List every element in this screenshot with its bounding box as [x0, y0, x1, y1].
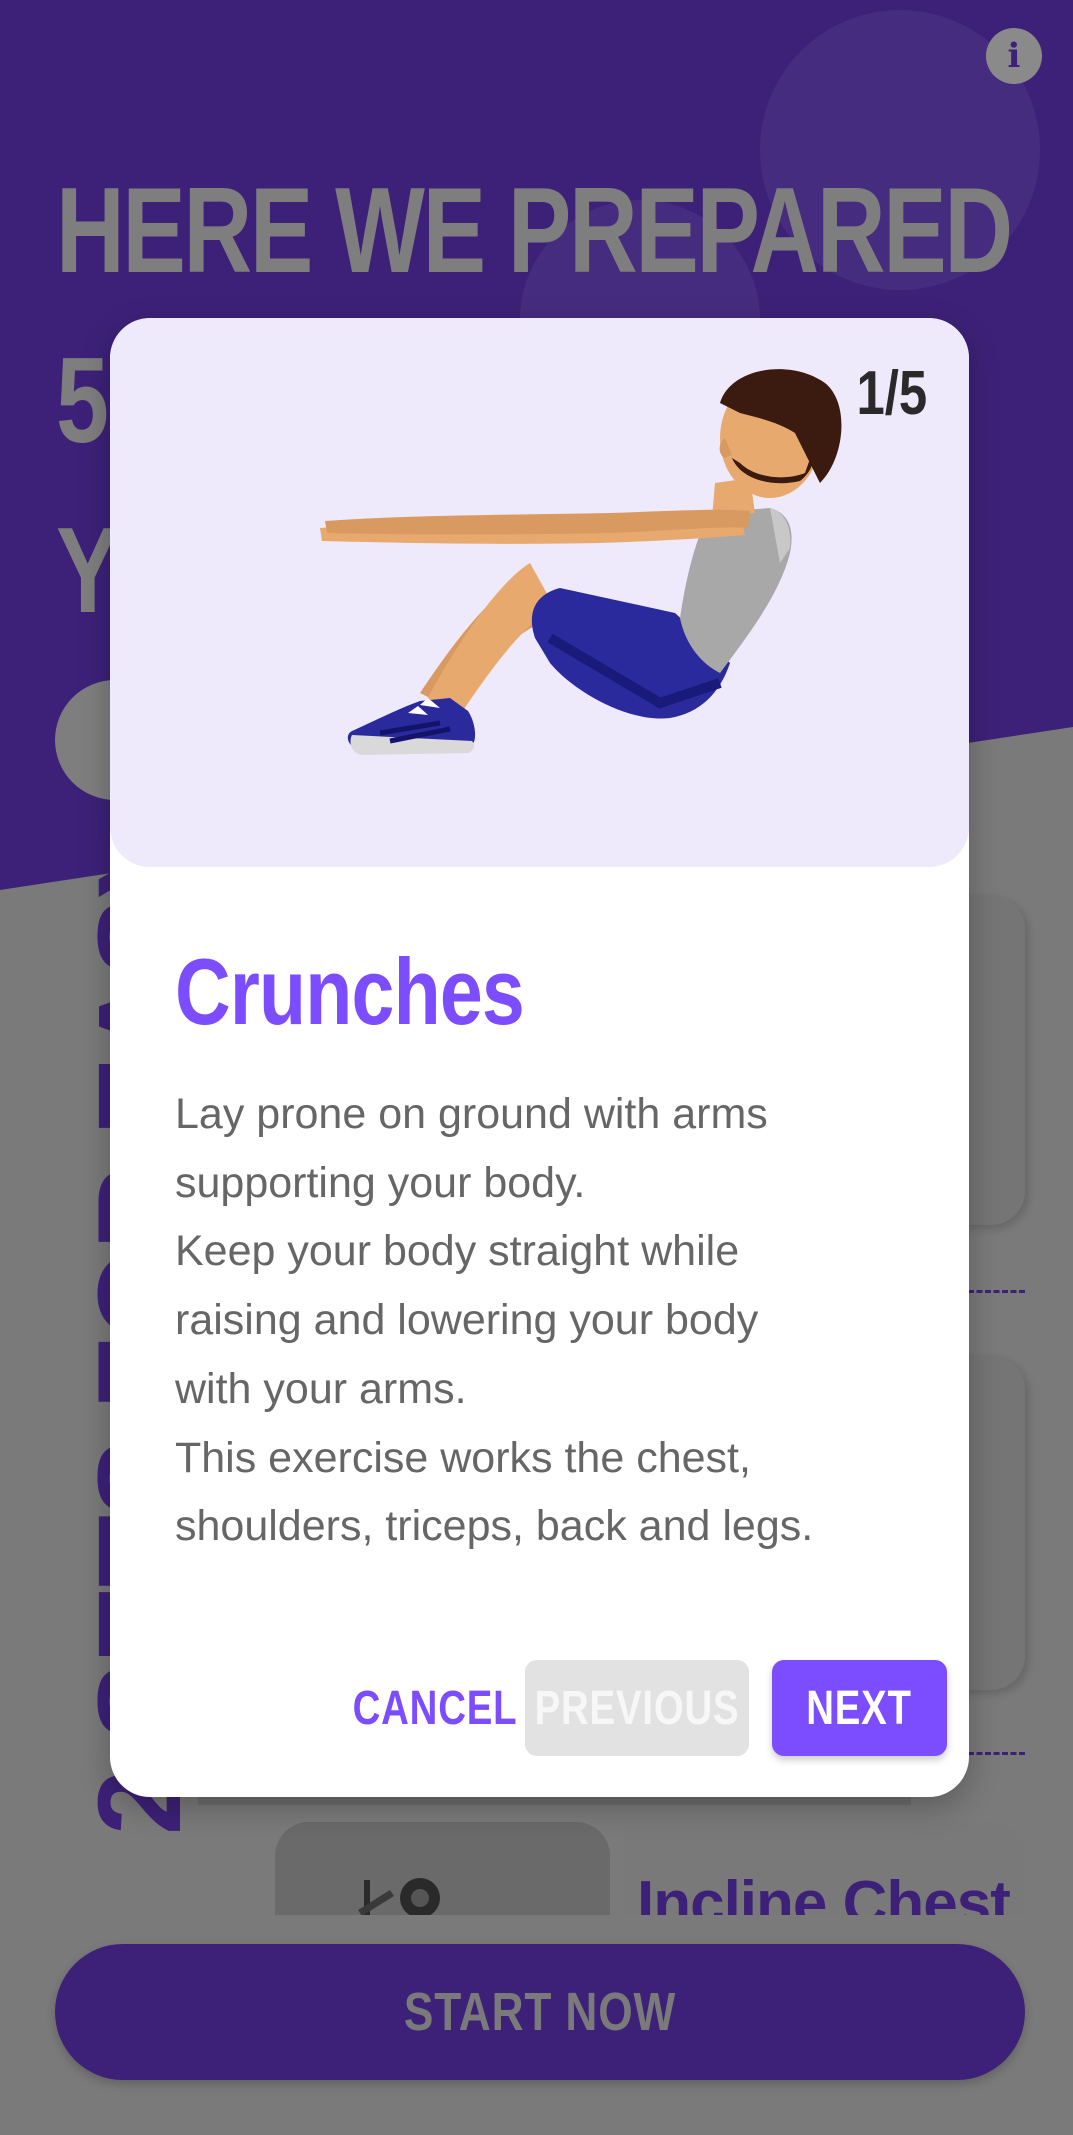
exercise-description: Lay prone on ground with arms supporting…: [175, 1080, 915, 1561]
crunches-illustration: [320, 369, 842, 755]
exercise-dialog: 1/5 Crunches Lay prone on ground with ar…: [110, 318, 969, 1797]
description-line: with your arms.: [175, 1364, 467, 1413]
description-line: supporting your body.: [175, 1158, 586, 1207]
cancel-label: CANCEL: [352, 1681, 518, 1735]
info-icon[interactable]: i: [986, 28, 1042, 84]
description-line: This exercise works the chest,: [175, 1433, 751, 1482]
start-now-label: START NOW: [403, 1982, 677, 2042]
divider: [968, 1752, 1025, 1755]
next-label: NEXT: [806, 1681, 913, 1735]
exercise-counter: 1/5: [856, 359, 927, 428]
description-line: shoulders, triceps, back and legs.: [175, 1502, 814, 1551]
exercise-image-panel: 1/5: [110, 318, 969, 867]
divider: [968, 1290, 1025, 1293]
previous-label: PREVIOUS: [534, 1681, 740, 1735]
description-line: raising and lowering your body: [175, 1296, 759, 1345]
cancel-button[interactable]: CANCEL: [335, 1660, 535, 1756]
description-line: Lay prone on ground with arms: [175, 1090, 768, 1138]
next-button[interactable]: NEXT: [772, 1660, 947, 1756]
exercise-title: Crunches: [175, 939, 525, 1044]
start-now-button[interactable]: START NOW: [55, 1944, 1025, 2080]
previous-button[interactable]: PREVIOUS: [525, 1660, 749, 1756]
description-line: Keep your body straight while: [175, 1227, 740, 1276]
headline-line: HERE WE PREPARED: [56, 162, 1013, 298]
